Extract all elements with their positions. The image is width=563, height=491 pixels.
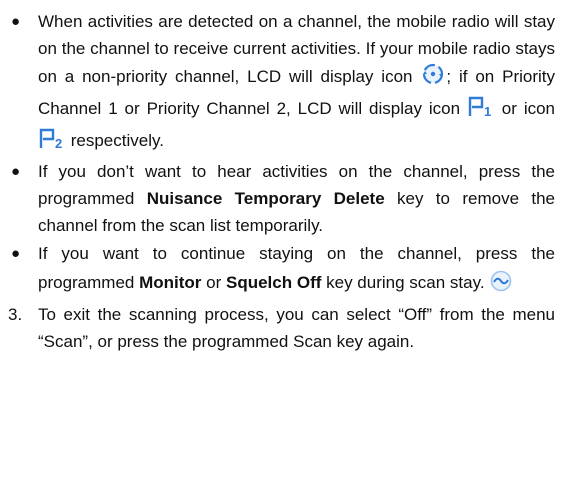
item-text: or icon: [494, 99, 556, 118]
bullet: ●: [11, 13, 21, 30]
scan-stay-icon: [420, 62, 446, 94]
monitor-wave-icon: [489, 270, 513, 301]
list-item-scan-stay: ● When activities are detected on a chan…: [8, 8, 555, 158]
key-name-monitor: Monitor: [139, 273, 202, 292]
key-name-nuisance-temporary-delete: Nuisance Temporary Delete: [146, 189, 385, 208]
manual-page: ● When activities are detected on a chan…: [0, 0, 563, 491]
svg-text:2: 2: [55, 136, 62, 150]
priority-1-icon: 1: [467, 94, 495, 126]
list-item-monitor: ● If you want to continue staying on the…: [8, 239, 555, 301]
priority-2-icon: 2: [38, 126, 66, 158]
item-text: key during scan stay.: [321, 273, 490, 292]
step-number: 3.: [8, 305, 23, 324]
svg-text:1: 1: [484, 104, 491, 118]
key-name-squelch-off: Squelch Off: [226, 273, 322, 292]
item-text: or: [201, 273, 226, 292]
list-item-exit-scan: 3. To exit the scanning process, you can…: [8, 301, 555, 355]
list-item-nuisance-delete: ● If you don’t want to hear activities o…: [8, 158, 555, 239]
bullet: ●: [11, 163, 21, 180]
item-text: To exit the scanning process, you can se…: [38, 305, 555, 351]
bullet: ●: [11, 245, 21, 262]
item-text: respectively.: [66, 131, 164, 150]
